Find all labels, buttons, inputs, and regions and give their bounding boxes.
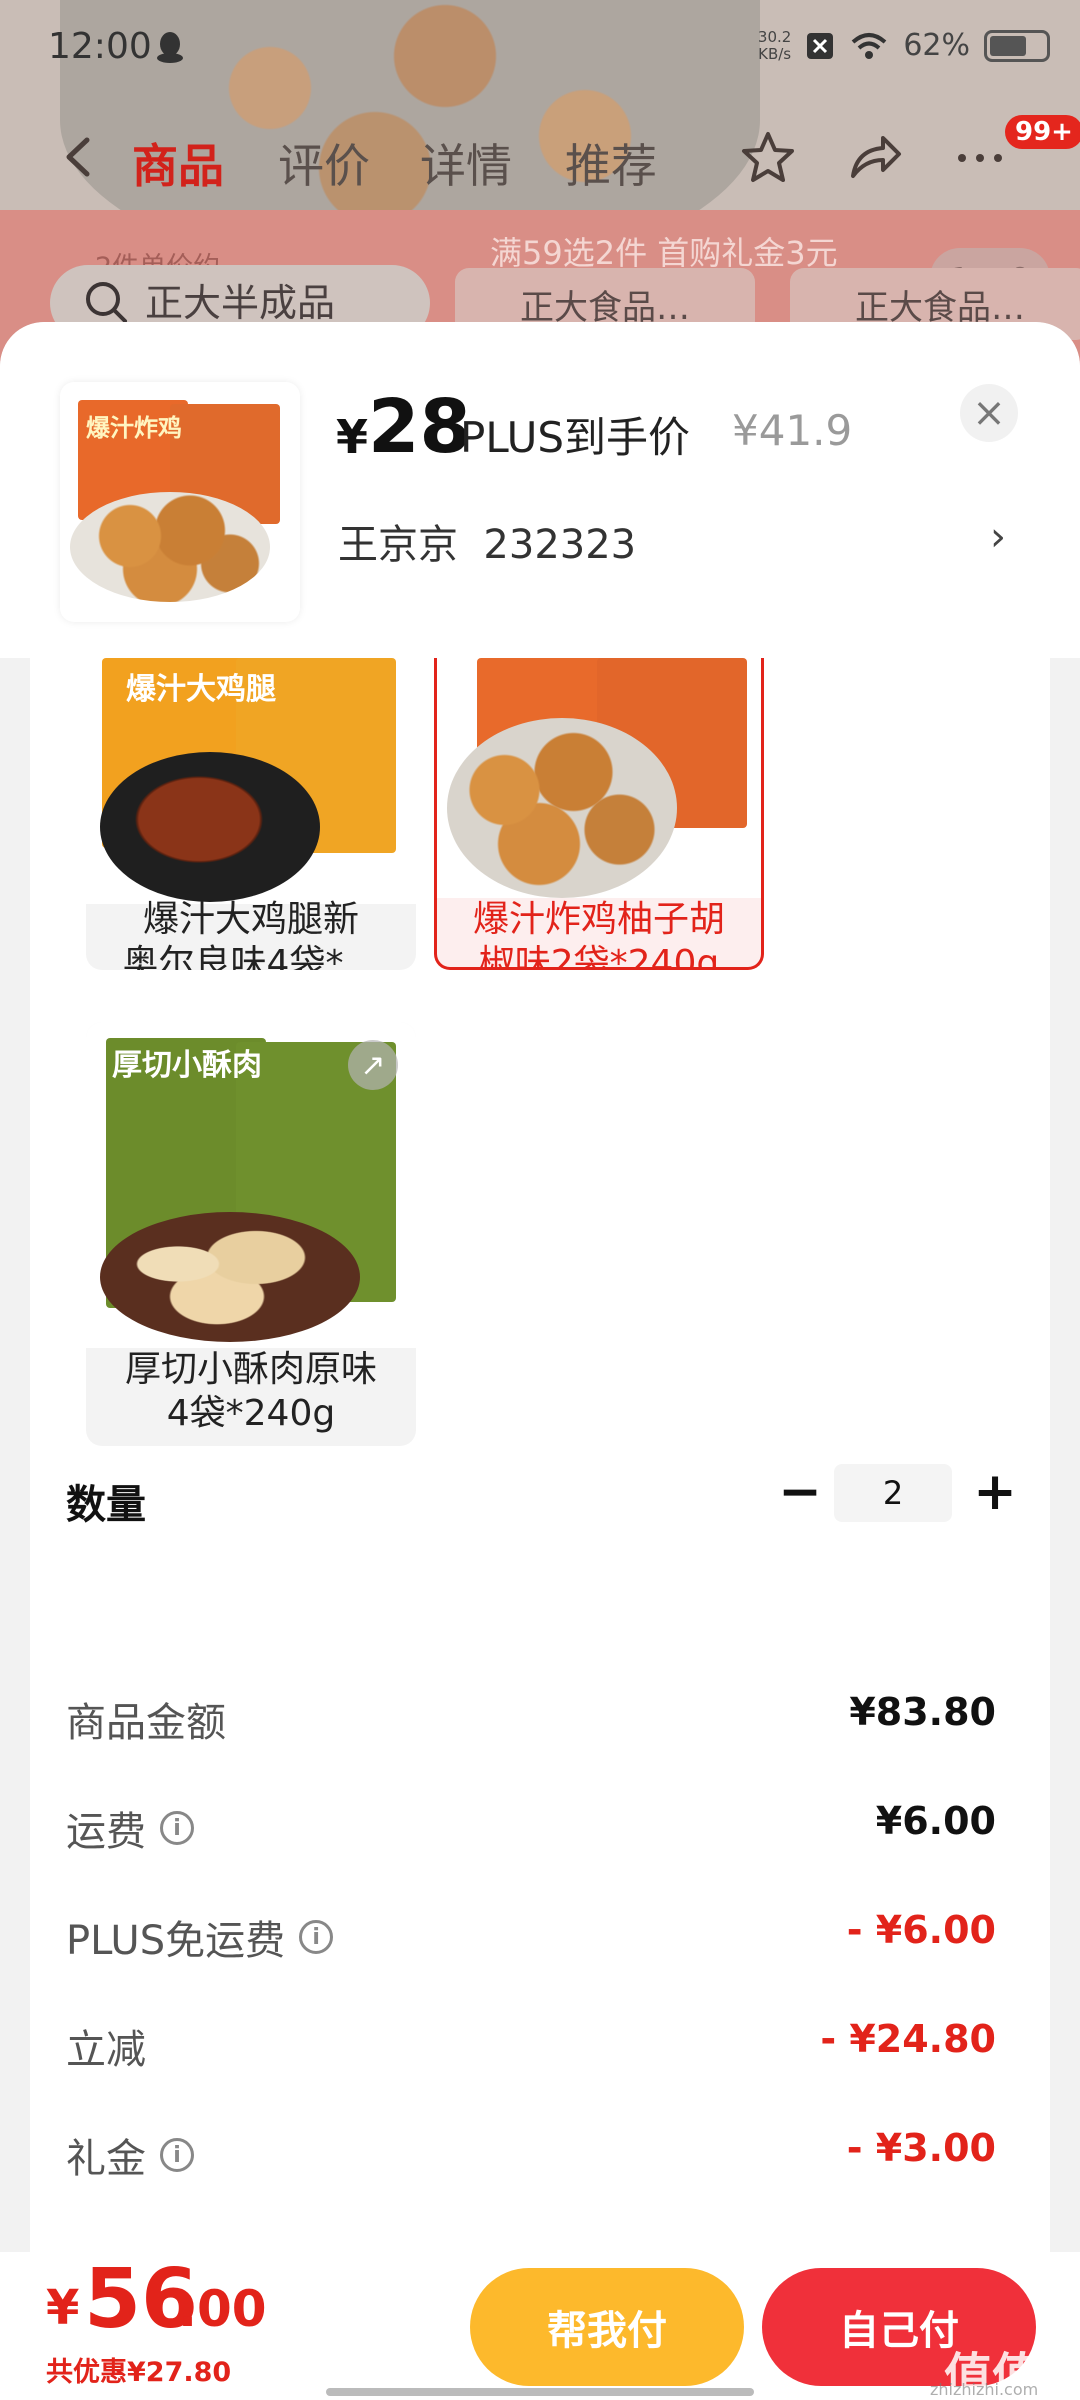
thumb-chicken [70, 492, 270, 602]
option-pork [100, 1212, 360, 1342]
network-speed: 30.2 KB/s [757, 27, 792, 63]
thumb-pack-text: 爆汁炸鸡 [86, 414, 182, 442]
quantity-increase-button[interactable]: + [965, 1462, 1025, 1522]
spec-option-selected[interactable]: 爆汁炸鸡柚子胡 椒味2袋*240g [434, 658, 764, 970]
chevron-right-icon[interactable]: › [990, 514, 1006, 560]
quantity-label: 数量 [66, 1482, 146, 1528]
option-image [437, 658, 761, 898]
tab-product[interactable]: 商品 [132, 130, 224, 196]
battery-percent: 62% [903, 28, 970, 63]
tab-recommend[interactable]: 推荐 [565, 130, 657, 196]
info-icon[interactable]: i [299, 1920, 334, 1954]
option-label: 爆汁炸鸡柚子胡 椒味2袋*240g [437, 898, 761, 970]
total-price-decimal: .00 [178, 2280, 267, 2338]
option-label-line: 奥尔良味4袋*… [122, 943, 380, 970]
quantity-input[interactable]: 2 [834, 1464, 952, 1522]
option-chicken [447, 718, 677, 898]
option-label-line: 爆汁炸鸡柚子胡 [472, 899, 725, 940]
total-currency: ¥ [46, 2280, 80, 2336]
option-pack-text: 厚切小酥肉 [112, 1048, 262, 1083]
help-pay-button[interactable]: 帮我付 [470, 2268, 744, 2386]
background-search-text: 正大半成品 [145, 281, 336, 325]
qq-icon [157, 32, 183, 63]
cost-label: 运费 i [66, 1799, 194, 1857]
netspeed-unit: KB/s [758, 44, 792, 63]
option-label-line: 厚切小酥肉原味 [124, 1349, 377, 1390]
delivery-address[interactable]: 王京京 232323 [338, 512, 636, 570]
message-badge: 99+ [1005, 115, 1080, 149]
cost-row-goods: 商品金额 ¥83.80 [66, 1690, 996, 1750]
cost-value: ¥6.00 [875, 1799, 996, 1843]
status-indicators: 30.2 KB/s 62% [758, 28, 1050, 63]
search-icon [86, 282, 127, 323]
plus-price-label: PLUS到手价 [460, 413, 691, 462]
cost-value: ¥83.80 [849, 1690, 996, 1734]
back-arrow-icon[interactable] [55, 132, 105, 182]
quantity-decrease-button[interactable]: − [770, 1462, 830, 1522]
cost-label: 立减 [66, 2027, 146, 2073]
cost-label-text: 礼金 [66, 2136, 146, 2182]
cost-value: - ¥6.00 [846, 1908, 996, 1952]
close-icon: × [972, 390, 1006, 436]
favorite-star-icon[interactable] [738, 128, 798, 188]
option-label-line: 4袋*240g [166, 1393, 336, 1434]
cost-value: - ¥3.00 [846, 2126, 996, 2170]
status-bar: 12:00 30.2 KB/s 62% [0, 0, 1080, 100]
product-nav-bar: 商品 评价 详情 推荐 99+ [0, 115, 1080, 198]
original-price: ¥41.9 [732, 406, 853, 455]
cost-label: 礼金 i [66, 2126, 194, 2184]
watermark-url: zhizhizhi.com [930, 2380, 1039, 2399]
sim-icon [807, 32, 834, 59]
netspeed-value: 30.2 [757, 27, 792, 46]
cost-label: PLUS免运费 i [66, 1908, 334, 1966]
option-label: 爆汁大鸡腿新 奥尔良味4袋*… [86, 898, 416, 970]
cost-row-gift: 礼金 i - ¥3.00 [66, 2126, 996, 2186]
cost-label: 商品金额 [66, 1700, 226, 1746]
cost-row-plus-free-shipping: PLUS免运费 i - ¥6.00 [66, 1908, 996, 1968]
option-label-line: 椒味2袋*240g [478, 943, 720, 970]
wifi-icon [851, 32, 887, 59]
info-icon[interactable]: i [160, 2138, 194, 2172]
cost-label-text: PLUS免运费 [66, 1918, 286, 1964]
purchase-sheet: 爆汁炸鸡 ¥ 28 PLUS到手价 ¥41.9 × 王京京 232323 › 爆… [0, 322, 1080, 2400]
option-label: 厚切小酥肉原味 4袋*240g [86, 1348, 416, 1436]
cost-row-discount: 立减 - ¥24.80 [66, 2017, 996, 2077]
tab-reviews[interactable]: 评价 [278, 130, 370, 196]
spec-option[interactable]: 厚切小酥肉 ↗ 厚切小酥肉原味 4袋*240g [86, 1022, 416, 1446]
sheet-header: 爆汁炸鸡 ¥ 28 PLUS到手价 ¥41.9 × 王京京 232323 › [0, 322, 1080, 658]
expand-icon[interactable]: ↗ [348, 1040, 398, 1090]
product-thumbnail: 爆汁炸鸡 [60, 382, 300, 622]
battery-icon [984, 29, 1050, 62]
cost-row-shipping: 运费 i ¥6.00 [66, 1799, 996, 1859]
option-drumstick [100, 752, 320, 902]
option-image: 爆汁大鸡腿 [86, 658, 416, 904]
price-currency: ¥ [336, 410, 369, 464]
share-icon[interactable] [845, 128, 905, 188]
option-image: 厚切小酥肉 ↗ [86, 1022, 416, 1348]
more-icon[interactable] [950, 128, 1010, 188]
tab-details[interactable]: 详情 [420, 130, 512, 196]
close-button[interactable]: × [960, 384, 1018, 442]
home-indicator[interactable] [326, 2388, 754, 2396]
option-pack-text: 爆汁大鸡腿 [126, 672, 276, 707]
info-icon[interactable]: i [160, 1811, 194, 1845]
plus-price: 28 [368, 384, 471, 470]
cost-value: - ¥24.80 [820, 2017, 996, 2061]
spec-option[interactable]: 爆汁大鸡腿 爆汁大鸡腿新 奥尔良味4袋*… [86, 658, 416, 970]
cost-label-text: 运费 [66, 1809, 146, 1855]
status-time: 12:00 [48, 26, 152, 67]
checkout-bar: ¥ 56 .00 共优惠¥27.80 帮我付 自己付 [0, 2252, 1080, 2400]
total-saving: 共优惠¥27.80 [46, 2357, 232, 2388]
option-label-line: 爆汁大鸡腿新 [142, 899, 359, 940]
